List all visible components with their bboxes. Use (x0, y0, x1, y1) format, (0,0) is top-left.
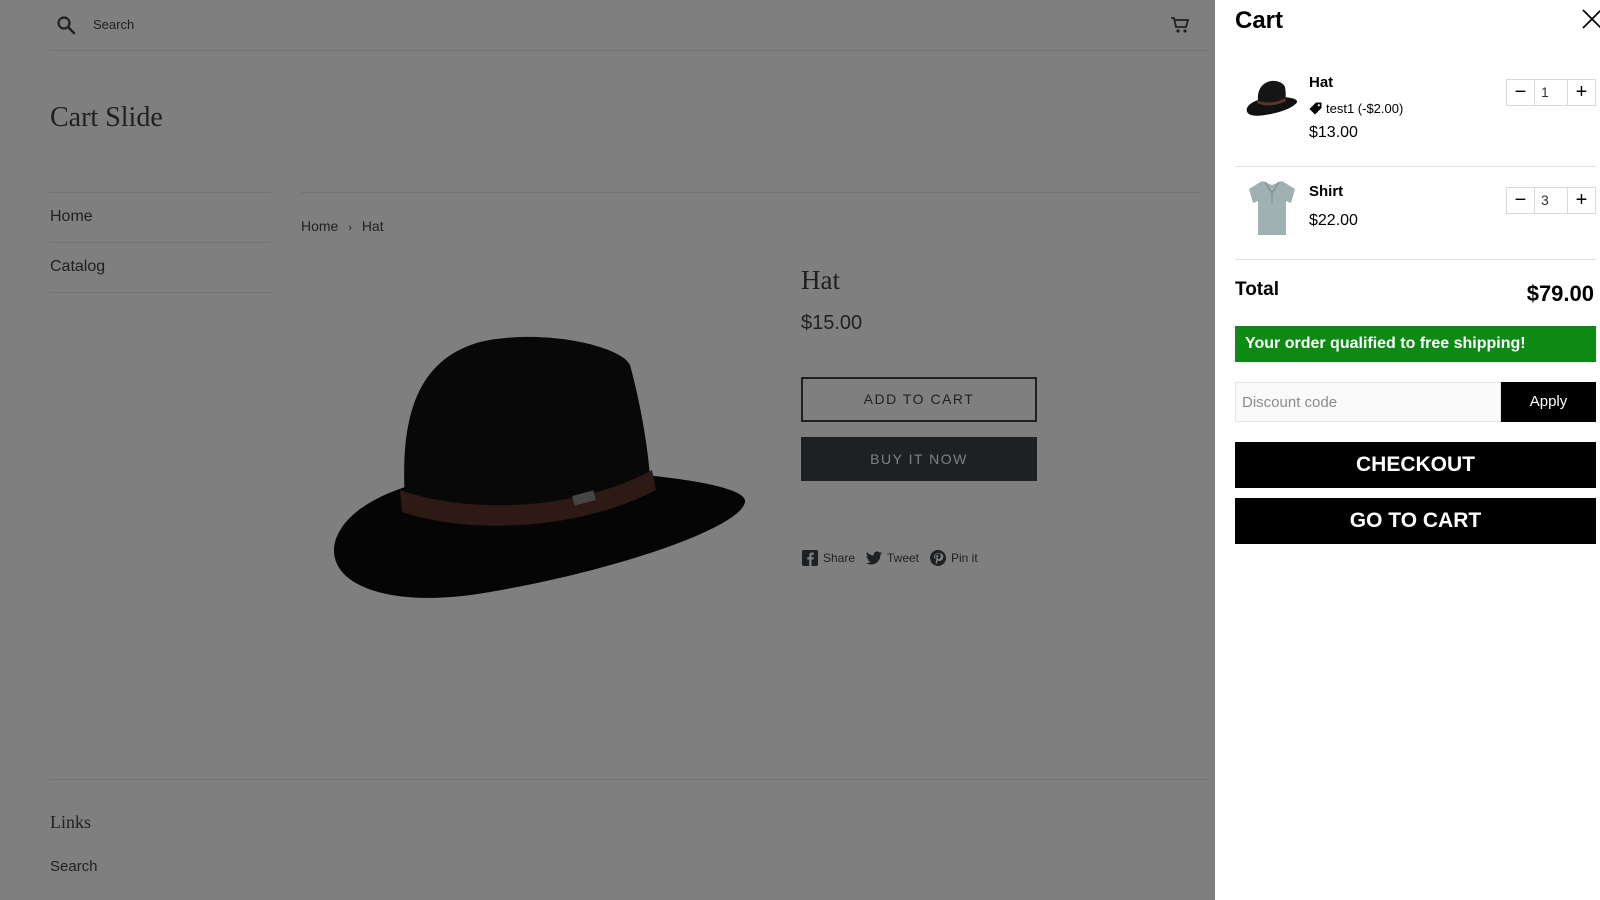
quantity-decrease-button[interactable]: − (1507, 80, 1534, 105)
cart-item: Hat test1 (-$2.00) $13.00 − 1 + (1235, 56, 1596, 167)
free-shipping-banner: Your order qualified to free shipping! (1235, 326, 1596, 362)
cart-item-discount: test1 (-$2.00) (1309, 101, 1403, 116)
discount-label: test1 (-$2.00) (1326, 101, 1404, 116)
cart-item-price: $22.00 (1309, 212, 1358, 229)
quantity-input[interactable]: 3 (1534, 188, 1568, 213)
quantity-decrease-button[interactable]: − (1507, 188, 1534, 213)
go-to-cart-button[interactable]: GO TO CART (1235, 498, 1596, 544)
cart-title: Cart (1235, 7, 1284, 34)
close-icon[interactable] (1581, 8, 1600, 30)
cart-drawer: Cart Hat test1 (-$2.00) $13.00 − 1 + Shi… (1215, 0, 1600, 900)
total-label: Total (1235, 279, 1279, 300)
quantity-input[interactable]: 1 (1534, 80, 1568, 105)
apply-discount-button[interactable]: Apply (1501, 382, 1596, 422)
checkout-button[interactable]: CHECKOUT (1235, 442, 1596, 488)
hat-icon[interactable] (1245, 71, 1299, 125)
quantity-increase-button[interactable]: + (1568, 188, 1595, 213)
tag-icon (1309, 102, 1322, 115)
cart-item-price: $13.00 (1309, 124, 1358, 141)
cart-item-name[interactable]: Hat (1309, 74, 1333, 91)
shirt-icon[interactable] (1245, 179, 1299, 237)
cart-item-name[interactable]: Shirt (1309, 183, 1343, 200)
total-value: $79.00 (1526, 281, 1594, 306)
quantity-stepper: − 3 + (1506, 187, 1596, 214)
discount-code-input[interactable] (1235, 382, 1501, 422)
quantity-stepper: − 1 + (1506, 79, 1596, 106)
quantity-increase-button[interactable]: + (1568, 80, 1595, 105)
cart-item: Shirt $22.00 − 3 + (1235, 167, 1596, 260)
